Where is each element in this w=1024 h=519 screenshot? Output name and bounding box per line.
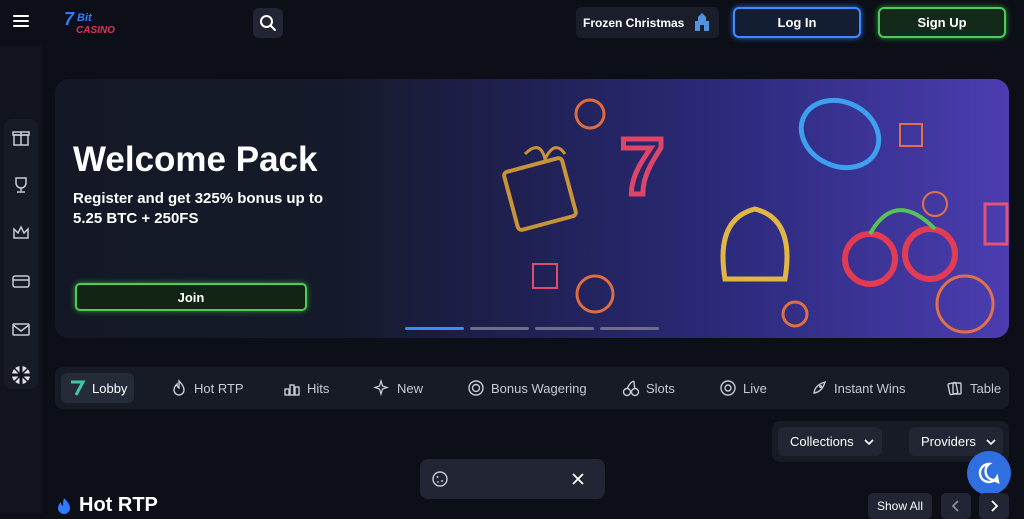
svg-text:7: 7 bbox=[64, 9, 75, 29]
search-button[interactable] bbox=[253, 8, 283, 38]
chart-icon bbox=[284, 384, 300, 396]
cookie-toast bbox=[420, 459, 605, 499]
top-bar: 7 Bit CASINO Frozen Christmas Log In Sig… bbox=[0, 0, 1024, 46]
show-all-button[interactable]: Show All bbox=[868, 493, 932, 519]
chip-icon bbox=[720, 380, 736, 396]
carousel-dot[interactable] bbox=[470, 327, 529, 330]
chat-icon bbox=[978, 462, 1000, 484]
cookie-icon bbox=[432, 471, 448, 487]
promo-chip[interactable]: Frozen Christmas bbox=[576, 7, 719, 38]
tab-table[interactable]: Table bbox=[939, 373, 1008, 403]
trophy-icon[interactable] bbox=[11, 175, 31, 195]
mail-icon[interactable] bbox=[11, 319, 31, 339]
rocket-icon bbox=[813, 380, 827, 394]
chat-button[interactable] bbox=[967, 451, 1011, 495]
category-bar: Lobby Hot RTP Hits New Bonus Wagering Sl… bbox=[55, 367, 1009, 409]
flame-icon bbox=[173, 379, 185, 396]
join-button[interactable]: Join bbox=[75, 283, 307, 311]
target-icon bbox=[468, 380, 484, 396]
tab-live[interactable]: Live bbox=[712, 373, 774, 403]
tab-hits[interactable]: Hits bbox=[276, 373, 336, 403]
signup-button[interactable]: Sign Up bbox=[878, 7, 1006, 38]
section-header: Hot RTP bbox=[55, 494, 158, 517]
prev-button[interactable] bbox=[941, 493, 971, 519]
collections-dropdown[interactable]: Collections bbox=[778, 427, 882, 456]
banner-title: Welcome Pack bbox=[73, 140, 318, 179]
logo-top-text: Bit bbox=[77, 12, 93, 24]
svg-text:7: 7 bbox=[620, 122, 665, 211]
banner-subtitle: Register and get 325% bonus up to 5.25 B… bbox=[73, 190, 324, 227]
sparkle-icon bbox=[373, 379, 390, 397]
language-flag-icon[interactable] bbox=[11, 365, 31, 385]
banner-artwork: 7 bbox=[502, 97, 1009, 334]
sidebar-group bbox=[4, 119, 38, 389]
carousel-dot[interactable] bbox=[405, 327, 464, 330]
svg-text:CASINO: CASINO bbox=[76, 25, 115, 36]
tab-hot-rtp[interactable]: Hot RTP bbox=[163, 373, 251, 403]
tab-lobby[interactable]: Lobby bbox=[61, 373, 135, 403]
cards-icon bbox=[947, 381, 962, 396]
snow-castle-icon bbox=[695, 13, 709, 31]
crown-icon[interactable] bbox=[11, 223, 31, 243]
tab-instant-wins[interactable]: Instant Wins bbox=[803, 373, 913, 403]
sidebar bbox=[0, 46, 42, 513]
carousel-dot[interactable] bbox=[535, 327, 594, 330]
next-button[interactable] bbox=[979, 493, 1009, 519]
card-icon[interactable] bbox=[11, 271, 31, 291]
carousel-dots bbox=[405, 327, 659, 330]
menu-icon[interactable] bbox=[10, 12, 32, 32]
casino-logo[interactable]: 7 Bit CASINO bbox=[62, 8, 118, 38]
tab-bonus-wagering[interactable]: Bonus Wagering bbox=[460, 373, 594, 403]
promo-label: Frozen Christmas bbox=[583, 15, 685, 30]
tab-slots[interactable]: Slots bbox=[615, 373, 682, 403]
cherry-icon bbox=[622, 380, 640, 397]
gift-icon[interactable] bbox=[11, 127, 31, 147]
chevron-left-icon bbox=[951, 500, 959, 512]
carousel-dot[interactable] bbox=[600, 327, 659, 330]
seven-icon bbox=[71, 380, 86, 396]
login-button[interactable]: Log In bbox=[733, 7, 861, 38]
close-icon[interactable] bbox=[572, 473, 584, 485]
chevron-down-icon bbox=[864, 438, 874, 445]
search-icon bbox=[260, 15, 276, 31]
tab-new[interactable]: New bbox=[366, 373, 430, 403]
welcome-banner[interactable]: 7 Welcome Pack Register and get 325% bon… bbox=[55, 79, 1009, 338]
chevron-down-icon bbox=[986, 438, 996, 445]
chevron-right-icon bbox=[991, 500, 999, 512]
section-title: Hot RTP bbox=[79, 494, 158, 516]
